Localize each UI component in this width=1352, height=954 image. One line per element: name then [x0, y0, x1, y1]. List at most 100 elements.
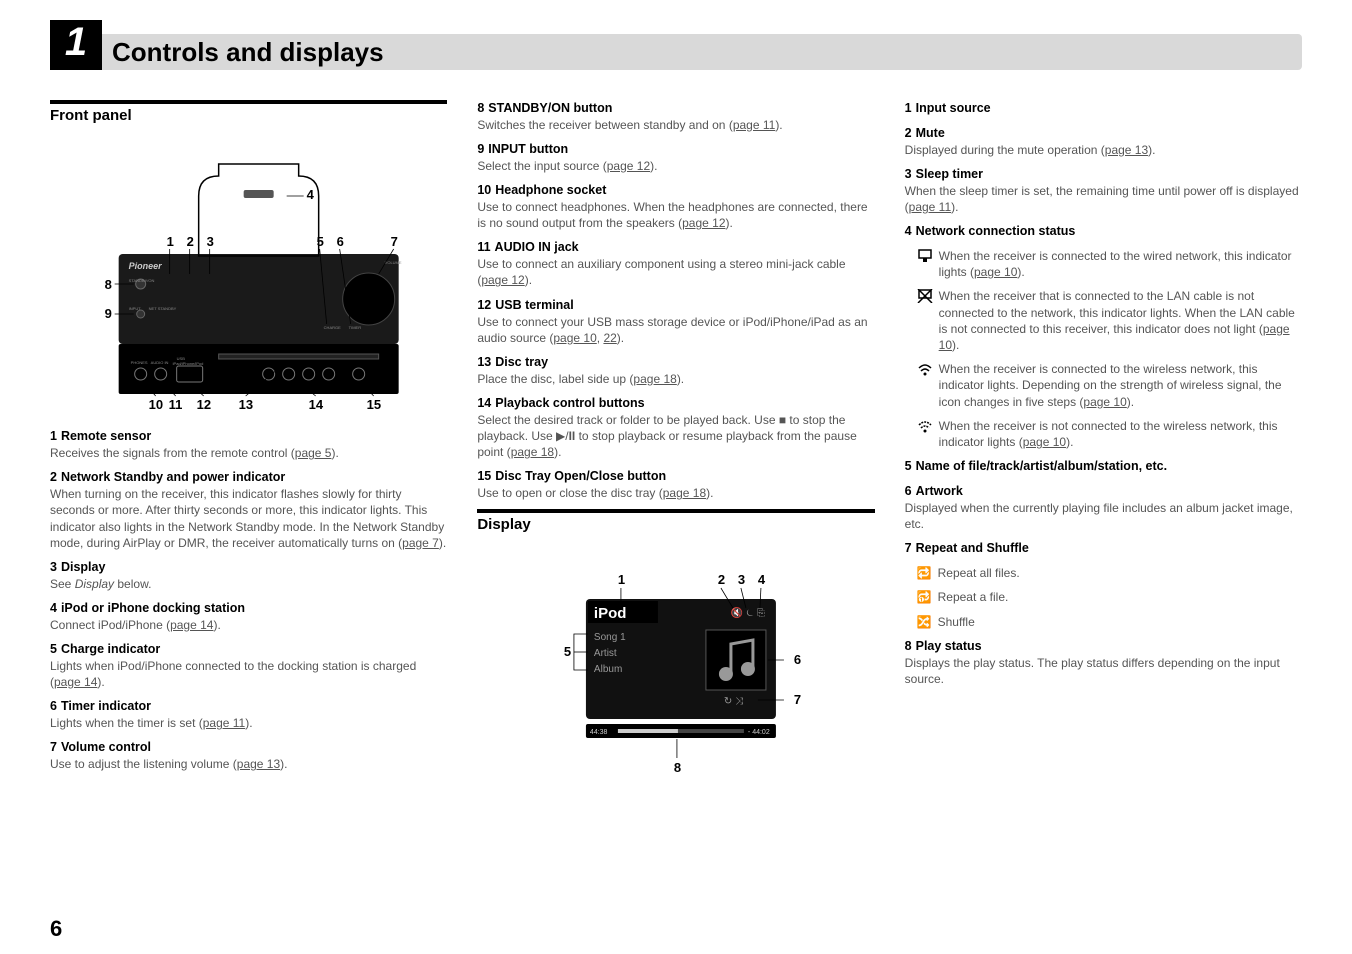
- page-number: 6: [50, 916, 62, 942]
- svg-text:8: 8: [674, 760, 681, 775]
- svg-text:7: 7: [391, 234, 398, 249]
- svg-text:2: 2: [187, 234, 194, 249]
- column-2: 8STANDBY/ON buttonSwitches the receiver …: [477, 100, 874, 794]
- svg-text:11: 11: [169, 397, 183, 412]
- svg-text:Artist: Artist: [594, 648, 617, 659]
- svg-text:7: 7: [794, 692, 801, 707]
- list-item: 12USB terminalUse to connect your USB ma…: [477, 297, 874, 346]
- list-item: 14Playback control buttonsSelect the des…: [477, 395, 874, 460]
- svg-text:3: 3: [207, 234, 214, 249]
- svg-text:NET STANDBY: NET STANDBY: [149, 306, 177, 311]
- net-status-wired-x: When the receiver that is connected to t…: [917, 288, 1302, 353]
- svg-text:1: 1: [618, 572, 625, 587]
- column-3: 1Input source2MuteDisplayed during the m…: [905, 100, 1302, 794]
- chapter-title: Controls and displays: [102, 34, 1302, 70]
- svg-text:VOLUME: VOLUME: [385, 260, 402, 265]
- list-item: 3DisplaySee Display below.: [50, 559, 447, 592]
- column-1: Front panel Pioneer S: [50, 100, 447, 794]
- page-ref[interactable]: page 18: [663, 486, 706, 500]
- page-ref[interactable]: page 14: [54, 675, 97, 689]
- svg-text:10: 10: [149, 397, 163, 412]
- list-item: 4Network connection status: [905, 223, 1302, 240]
- svg-text:14: 14: [309, 397, 324, 412]
- net-status-wifi: When the receiver is connected to the wi…: [917, 361, 1302, 410]
- list-item: 13Disc trayPlace the disc, label side up…: [477, 354, 874, 387]
- shuffle: 🔀 Shuffle: [917, 614, 1302, 630]
- page-ref[interactable]: page 12: [682, 216, 725, 230]
- list-item: 8STANDBY/ON buttonSwitches the receiver …: [477, 100, 874, 133]
- shuffle-icon: 🔀: [917, 614, 932, 630]
- repeat-all-icon: 🔁: [917, 565, 932, 581]
- page-ref[interactable]: page 11: [909, 200, 952, 214]
- list-item: 5Charge indicatorLights when iPod/iPhone…: [50, 641, 447, 690]
- svg-text:3: 3: [738, 572, 745, 587]
- item-play-status: 8Play status Displays the play status. T…: [905, 638, 1302, 687]
- svg-text:4: 4: [758, 572, 766, 587]
- svg-text:44:38: 44:38: [590, 729, 608, 736]
- svg-text:- 44:02: - 44:02: [748, 729, 770, 736]
- page-ref[interactable]: page 10: [974, 265, 1017, 279]
- list-item: 1Remote sensorReceives the signals from …: [50, 428, 447, 461]
- svg-text:TIMER: TIMER: [349, 325, 362, 330]
- list-item: 4iPod or iPhone docking stationConnect i…: [50, 600, 447, 633]
- list-item: 3Sleep timerWhen the sleep timer is set,…: [905, 166, 1302, 215]
- wifi-off-icon: [917, 419, 933, 433]
- list-item: 7Volume controlUse to adjust the listeni…: [50, 739, 447, 772]
- page-ref[interactable]: page 10: [1083, 395, 1126, 409]
- page-ref[interactable]: page 5: [295, 446, 332, 460]
- repeat-one-icon: 🔂: [917, 589, 932, 605]
- page-ref[interactable]: page 13: [1105, 143, 1148, 157]
- page-ref[interactable]: page 11: [733, 118, 776, 132]
- list-item: 6ArtworkDisplayed when the currently pla…: [905, 483, 1302, 532]
- page-ref[interactable]: page 11: [203, 716, 246, 730]
- svg-text:iPad/iPhone/iPod: iPad/iPhone/iPod: [173, 361, 204, 366]
- svg-text:5: 5: [564, 644, 571, 659]
- list-item: 10Headphone socketUse to connect headpho…: [477, 182, 874, 231]
- page-ref[interactable]: page 14: [170, 618, 213, 632]
- chapter-number: 1: [50, 20, 102, 70]
- front-panel-diagram: Pioneer STANDBY/ON VOLUME INPUT NET STAN…: [50, 134, 447, 414]
- chapter-header: 1 Controls and displays: [50, 20, 1302, 70]
- page-ref[interactable]: page 18: [633, 372, 676, 386]
- section-display: Display: [477, 509, 874, 535]
- svg-text:4: 4: [307, 187, 315, 202]
- svg-text:Song 1: Song 1: [594, 632, 626, 643]
- page-ref[interactable]: page 12: [481, 273, 524, 287]
- repeat-all: 🔁 Repeat all files.: [917, 565, 1302, 581]
- svg-text:PHONES: PHONES: [131, 360, 148, 365]
- svg-text:Pioneer: Pioneer: [129, 261, 163, 271]
- svg-text:CHARGE: CHARGE: [324, 325, 341, 330]
- list-item: 7Repeat and Shuffle: [905, 540, 1302, 557]
- svg-text:15: 15: [367, 397, 381, 412]
- list-item: 11AUDIO IN jackUse to connect an auxilia…: [477, 239, 874, 288]
- net-status-wired: When the receiver is connected to the wi…: [917, 248, 1302, 280]
- svg-text:Album: Album: [594, 664, 622, 675]
- wired-icon: [917, 249, 933, 263]
- page-ref[interactable]: page 10: [1023, 435, 1066, 449]
- wired-x-icon: [917, 289, 933, 303]
- page-ref[interactable]: page 12: [607, 159, 650, 173]
- page-ref[interactable]: page 10: [553, 331, 596, 345]
- svg-text:1: 1: [167, 234, 174, 249]
- svg-text:INPUT: INPUT: [129, 306, 142, 311]
- svg-text:5: 5: [317, 234, 324, 249]
- svg-text:8: 8: [105, 277, 112, 292]
- list-item: 2Network Standby and power indicatorWhen…: [50, 469, 447, 551]
- section-front-panel: Front panel: [50, 100, 447, 126]
- svg-text:6: 6: [794, 652, 801, 667]
- list-item: 1Input source: [905, 100, 1302, 117]
- wifi-icon: [917, 362, 933, 376]
- page-ref[interactable]: 22: [603, 331, 616, 345]
- svg-text:12: 12: [197, 397, 211, 412]
- svg-text:STANDBY/ON: STANDBY/ON: [129, 278, 155, 283]
- svg-text:↻ ⤨: ↻ ⤨: [724, 696, 743, 707]
- svg-text:AUDIO IN: AUDIO IN: [151, 360, 169, 365]
- page-ref[interactable]: page 13: [237, 757, 280, 771]
- net-status-wifi-off: When the receiver is not connected to th…: [917, 418, 1302, 450]
- list-item: 15Disc Tray Open/Close buttonUse to open…: [477, 468, 874, 501]
- list-item: 6Timer indicatorLights when the timer is…: [50, 698, 447, 731]
- svg-text:9: 9: [105, 306, 112, 321]
- svg-text:13: 13: [239, 397, 253, 412]
- page-ref[interactable]: page 7: [402, 536, 439, 550]
- list-item: 9INPUT buttonSelect the input source (pa…: [477, 141, 874, 174]
